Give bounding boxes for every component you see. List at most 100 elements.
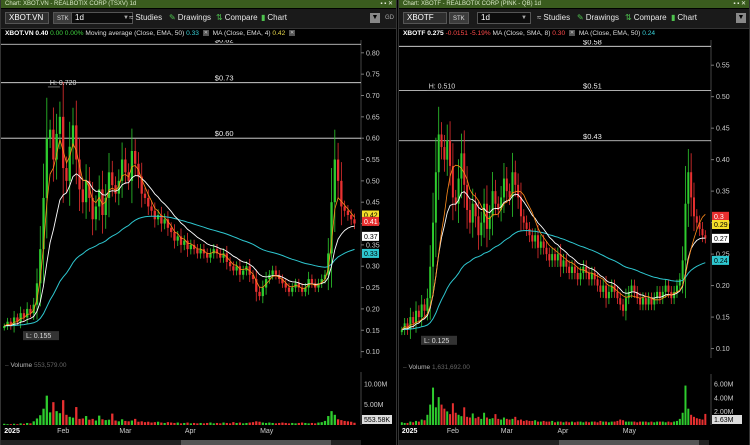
studies-button[interactable]: ≈ Studies [537,12,570,24]
volume-bar [29,423,32,425]
volume-bar [599,420,602,425]
symbol-input[interactable]: XBOT.VN [5,12,49,24]
volume-bar [562,422,565,425]
candle-body [26,308,29,318]
volume-chart[interactable]: 6.00M 4.00M 2.00M1.63M [399,374,749,425]
candle-body [446,140,449,160]
candle-body [514,172,517,185]
candle-body [460,153,463,179]
price-chart[interactable]: 0.550.500.450.400.350.300.250.200.150.10… [399,40,749,358]
candle-body [58,116,62,134]
legend-last: 0.275 [427,30,444,37]
close-icon[interactable]: ✕ [289,30,296,37]
symbol-input[interactable]: XBOTF [403,12,447,24]
y-tick-label: 0.60 [366,136,380,143]
candle-body [291,287,294,292]
stk-button[interactable]: STK [53,12,73,24]
legend-symbol: XBOTF [403,30,426,37]
scrollbar-thumb[interactable] [559,440,699,445]
interval-select[interactable]: 1d ▼ [71,12,133,24]
legend-change: 0.00 [50,30,63,37]
candle-body [505,178,508,192]
volume-bar [101,419,104,425]
volume-bar [636,422,639,425]
candle-body [147,197,150,207]
candle-body [542,241,545,248]
candle-body [238,266,242,275]
legend-ma2-value: 0.42 [272,30,286,37]
close-icon[interactable]: ✕ [202,30,209,37]
drawings-button[interactable]: ✎ Drawings [169,12,211,24]
price-badge-label: 0.33 [364,251,378,258]
low-label: L: 0.125 [424,338,449,345]
candle-body [639,298,642,305]
interval-select[interactable]: 1d ▼ [477,12,531,24]
studies-icon: ≈ [129,13,134,22]
volume-bar [437,397,440,425]
volume-bar [695,418,698,425]
y-tick-label: 0.55 [366,157,380,164]
legend-ma1-label: Moving average (Close, EMA, 50) [85,30,185,37]
candle-body [287,287,291,292]
volume-bar [225,422,228,425]
window-controls[interactable]: ▪ ▪ ✕ [380,0,393,8]
stk-button[interactable]: STK [449,12,469,24]
volume-tick-label: 4.00M [714,395,734,402]
drawings-button[interactable]: ✎ Drawings [577,12,619,24]
volume-bar [571,421,574,425]
legend-ma1-label: MA (Close, SMA, 8) [492,30,551,37]
volume-bar [420,419,423,425]
chart-button[interactable]: ▮ Chart [671,12,697,24]
price-chart[interactable]: 0.800.750.700.650.600.550.500.450.400.35… [1,40,396,358]
candle-body [307,279,310,288]
volume-bar [641,421,644,425]
compare-button[interactable]: ⇅ Compare [216,12,258,24]
legend-ma1-value: 0.30 [552,30,566,37]
volume-chart[interactable]: 10.00M 5.00M 553.58K [1,372,396,425]
chart-button[interactable]: ▮ Chart [261,12,287,24]
studies-button[interactable]: ≈ Studies [129,12,162,24]
volume-bar [468,417,471,425]
volume-bar [55,411,58,425]
volume-bar [327,416,330,425]
high-label: H: 0.510 [429,83,456,90]
candle-body [692,197,695,217]
volume-bar [71,417,75,425]
volume-bar [26,422,29,425]
volume-bar [658,421,661,425]
close-icon[interactable]: ✕ [568,30,575,37]
price-level-label: $0.73 [215,74,234,83]
drawings-icon: ✎ [169,13,176,22]
x-tick-label: May [260,428,274,435]
horizontal-scrollbar[interactable] [1,440,361,445]
volume-bar [104,420,107,425]
candle-body [622,304,625,311]
volume-bar [542,420,545,425]
volume-bar [317,422,320,425]
interval-value: 1d [75,13,84,22]
candle-body [605,285,608,299]
window-controls[interactable]: ▪ ▪ ✕ [733,0,746,8]
volume-bar [539,421,542,425]
studies-label: Studies [543,13,571,22]
volume-bar [415,420,418,425]
volume-bar [605,421,608,425]
menu-caret-icon[interactable]: ▼ [370,13,380,23]
candle-body [525,222,528,229]
volume-bar [166,422,170,425]
candle-body [590,272,593,280]
gd-button[interactable]: GD [385,12,394,24]
scrollbar-thumb[interactable] [181,440,331,445]
candle-body [412,317,415,324]
chart-toolbar: XBOTF STK 1d ▼ ≈ Studies ✎ Drawings ⇅ Compa… [399,9,749,29]
volume-header: – Volume 1,631,692.00 [403,364,470,371]
price-badge-label: 0.41 [364,219,378,226]
compare-button[interactable]: ⇅ Compare [625,12,667,24]
volume-bar [153,422,156,425]
volume-bar [353,422,356,425]
horizontal-scrollbar[interactable] [399,440,709,445]
candle-body [65,168,68,181]
price-level-label: $0.43 [583,132,602,141]
menu-caret-icon[interactable]: ▼ [736,13,746,23]
y-tick-label: 0.35 [366,242,380,249]
